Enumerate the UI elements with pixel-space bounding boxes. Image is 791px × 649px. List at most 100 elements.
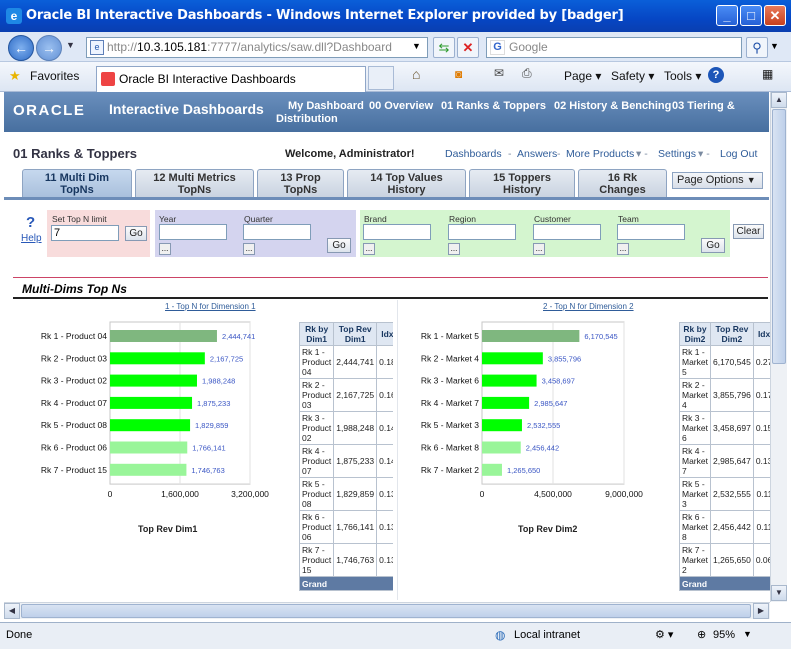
tab-prop-topns[interactable]: 13 Prop TopNs [257, 169, 344, 197]
chevron-down-icon[interactable]: ▾ - [636, 148, 648, 160]
help-link[interactable]: Help [21, 233, 42, 244]
history-dropdown-icon[interactable]: ▼ [66, 40, 75, 50]
bar[interactable] [482, 374, 537, 387]
feeds-icon[interactable]: ◙ [455, 67, 462, 81]
chevron-down-icon[interactable]: ▾ - [698, 148, 710, 160]
bar[interactable] [482, 330, 580, 342]
home-icon[interactable]: ⌂ [412, 66, 420, 82]
table-cell[interactable]: Rk 3 - Product 02 [299, 411, 335, 445]
table-cell[interactable]: Rk 5 - Market 3 [679, 477, 711, 511]
team-input[interactable] [617, 224, 685, 240]
research-icon[interactable]: ▦ [762, 67, 773, 81]
table2-header[interactable]: Rk by Dim2 [679, 322, 711, 346]
bar[interactable] [110, 396, 193, 409]
maximize-button[interactable]: □ [740, 5, 762, 26]
tab-toppers-history[interactable]: 15 Toppers History [469, 169, 575, 197]
safety-menu[interactable]: Safety ▾ [611, 69, 654, 83]
bar[interactable] [110, 419, 191, 432]
brand-dots-button[interactable]: ... [363, 243, 375, 255]
search-input[interactable]: G Google [486, 37, 742, 58]
table-cell[interactable]: Rk 4 - Market 7 [679, 444, 711, 478]
new-tab-button[interactable] [368, 66, 394, 90]
vertical-scrollbar[interactable]: ▲ ▼ [770, 92, 787, 602]
tools-menu[interactable]: Tools ▾ [664, 69, 701, 83]
forward-button[interactable]: → [36, 35, 62, 61]
link-more-products[interactable]: More Products [566, 148, 634, 160]
tab-rk-changes[interactable]: 16 Rk Changes [578, 169, 667, 197]
bar[interactable] [110, 352, 205, 365]
link-dashboards[interactable]: Dashboards [445, 148, 502, 160]
table-cell[interactable]: Rk 7 - Market 2 [679, 543, 711, 577]
scroll-down-icon[interactable]: ▼ [771, 585, 787, 601]
time-go-button[interactable]: Go [327, 238, 351, 253]
quarter-input[interactable] [243, 224, 311, 240]
table-cell[interactable]: Rk 2 - Product 03 [299, 378, 335, 412]
scroll-up-icon[interactable]: ▲ [771, 92, 787, 108]
scroll-left-icon[interactable]: ◀ [4, 603, 20, 619]
mail-icon[interactable]: ✉ [494, 66, 504, 80]
year-dots-button[interactable]: ... [159, 243, 171, 255]
help-icon[interactable]: ? [708, 67, 724, 83]
back-button[interactable]: ← [8, 35, 34, 61]
bar[interactable] [110, 374, 197, 387]
horizontal-scroll-thumb[interactable] [21, 604, 751, 618]
table-cell[interactable]: Rk 6 - Market 8 [679, 510, 711, 544]
link-settings[interactable]: Settings [658, 148, 696, 160]
page-options-button[interactable]: Page Options ▼ [672, 172, 763, 189]
bar[interactable] [110, 441, 188, 454]
vertical-scroll-thumb[interactable] [772, 109, 786, 364]
favorites-star-icon[interactable]: ★ [9, 68, 21, 84]
table-cell[interactable]: Rk 1 - Product 04 [299, 345, 335, 379]
minimize-button[interactable]: _ [716, 5, 738, 26]
customer-input[interactable] [533, 224, 601, 240]
bar[interactable] [482, 352, 543, 365]
bar[interactable] [482, 419, 522, 432]
close-button[interactable]: ✕ [764, 5, 786, 26]
table1-header[interactable]: Rk by Dim1 [299, 322, 335, 346]
horizontal-scrollbar[interactable]: ◀ ▶ [4, 602, 770, 619]
search-icon[interactable]: ⚲ [746, 37, 768, 58]
table2-header[interactable]: Top Rev Dim2 [709, 322, 754, 346]
protected-mode-icon[interactable]: ⚙ ▾ [655, 628, 673, 641]
chart2-title[interactable]: 2 - Top N for Dimension 2 [543, 302, 634, 311]
stop-icon[interactable]: ✕ [457, 37, 479, 58]
search-dropdown-icon[interactable]: ▼ [770, 41, 779, 51]
zoom-dropdown-icon[interactable]: ▼ [743, 629, 752, 639]
nav-overview[interactable]: 00 Overview [369, 100, 433, 112]
zoom-icon[interactable]: ⊕ [697, 628, 706, 641]
bar[interactable] [482, 396, 530, 409]
topn-input[interactable]: 7 [51, 225, 119, 241]
table-cell[interactable]: Rk 5 - Product 08 [299, 477, 335, 511]
help-question-icon[interactable]: ? [26, 214, 35, 231]
scroll-right-icon[interactable]: ▶ [753, 603, 769, 619]
bar[interactable] [482, 463, 502, 476]
year-input[interactable] [159, 224, 227, 240]
link-answers[interactable]: Answers [517, 148, 557, 160]
quarter-dots-button[interactable]: ... [243, 243, 255, 255]
brand-input[interactable] [363, 224, 431, 240]
table-cell[interactable]: Rk 2 - Market 4 [679, 378, 711, 412]
favorites-button[interactable]: Favorites [30, 69, 79, 83]
chart1-title[interactable]: 1 - Top N for Dimension 1 [165, 302, 256, 311]
tab-multi-dim-topns[interactable]: 11 Multi Dim TopNs [22, 169, 132, 197]
tab-top-values-history[interactable]: 14 Top Values History [347, 169, 466, 197]
table-cell[interactable]: Rk 1 - Market 5 [679, 345, 711, 379]
table-cell[interactable]: Rk 6 - Product 06 [299, 510, 335, 544]
address-input[interactable]: e http://10.3.105.181:7777/analytics/saw… [86, 37, 428, 58]
link-log-out[interactable]: Log Out [720, 148, 757, 160]
print-icon[interactable]: ⎙ [522, 66, 532, 81]
team-dots-button[interactable]: ... [617, 243, 629, 255]
nav-my-dashboard[interactable]: My Dashboard [288, 100, 364, 112]
browser-tab[interactable]: Oracle BI Interactive Dashboards [96, 66, 366, 92]
bar[interactable] [110, 330, 217, 342]
nav-distribution[interactable]: Distribution [276, 113, 338, 125]
customer-dots-button[interactable]: ... [533, 243, 545, 255]
tab-multi-metrics-topns[interactable]: 12 Multi Metrics TopNs [135, 169, 254, 197]
table1-header[interactable]: Idx [376, 322, 393, 346]
region-input[interactable] [448, 224, 516, 240]
dimension-go-button[interactable]: Go [701, 238, 725, 253]
topn-go-button[interactable]: Go [125, 226, 147, 241]
nav-tiering[interactable]: 03 Tiering & [672, 100, 735, 112]
table-cell[interactable]: Rk 3 - Market 6 [679, 411, 711, 445]
address-dropdown-icon[interactable]: ▼ [412, 41, 421, 51]
